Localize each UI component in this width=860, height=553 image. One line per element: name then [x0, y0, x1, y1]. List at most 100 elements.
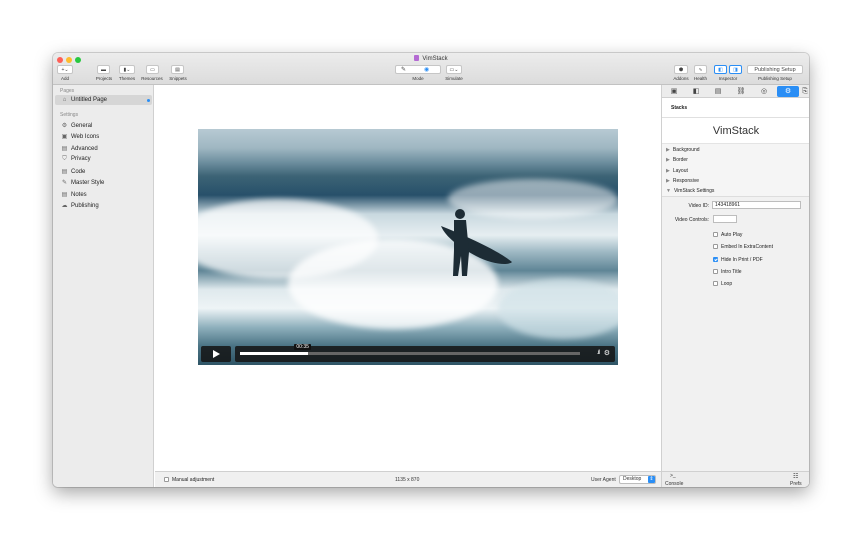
inspector-left-toggle[interactable]: ◧ — [714, 65, 727, 74]
projects-button[interactable]: ▬ — [97, 65, 110, 74]
document-icon — [414, 55, 420, 61]
sidebar-item-code[interactable]: ▤ Code — [61, 168, 86, 175]
addons-button[interactable]: ⬢ — [674, 65, 688, 74]
video-control-bar: 00:35 .ıll ⚙ — [235, 344, 615, 362]
image-icon: ▣ — [61, 134, 68, 140]
section-vimstack-settings[interactable]: ▼ VimStack Settings — [666, 188, 714, 194]
prefs-label[interactable]: Prefs — [790, 481, 802, 487]
inspector-label: Inspector — [718, 76, 738, 81]
volume-icon[interactable]: .ıll — [597, 350, 600, 356]
loop-checkbox[interactable]: Loop — [713, 281, 732, 287]
style-inspector-tab[interactable]: ◎ — [758, 86, 770, 97]
snippets-label: Snippets — [169, 76, 187, 81]
sidebar-item-master-style[interactable]: ✎ Master Style — [61, 179, 104, 186]
add-label: Add — [60, 76, 69, 81]
themes-button[interactable]: ▮⌄ — [119, 65, 135, 74]
video-scrubber[interactable]: 00:35 — [240, 344, 580, 355]
video-controls: 00:35 .ıll ⚙ — [201, 344, 615, 362]
video-controls-color-well[interactable] — [713, 215, 737, 223]
publishing-setup-label: Publishing Setup — [758, 76, 792, 81]
resources-button[interactable]: ▭ — [146, 65, 159, 74]
section-layout[interactable]: ▶ Layout — [666, 168, 688, 174]
stacks-header: Stacks — [662, 98, 809, 118]
add-button[interactable]: +⌄ — [57, 65, 73, 74]
pages-header: Pages — [60, 88, 75, 94]
inspector-panel: ▣ ◧ ▤ ⛓ ◎ ⚙ ⎘ Stacks VimStack ▶ Backgroun… — [661, 85, 809, 487]
prefs-icon[interactable]: ☷ — [793, 473, 798, 480]
sidebar-item-notes[interactable]: ▤ Notes — [61, 191, 87, 198]
box-inspector-tab[interactable]: ▤ — [712, 86, 724, 97]
checkbox-box[interactable] — [713, 244, 718, 249]
code-icon: ▤ — [61, 169, 68, 175]
window-title: VimStack — [53, 55, 809, 62]
canvas-size-readout: 1135 x 870 — [395, 477, 420, 483]
checkbox-box[interactable] — [713, 232, 718, 237]
section-background[interactable]: ▶ Background — [666, 147, 700, 153]
user-agent-select[interactable]: Desktop ⇕ — [619, 475, 656, 484]
health-button[interactable]: ∿ — [694, 65, 707, 74]
sidebar-item-privacy[interactable]: ⛉ Privacy — [61, 156, 90, 163]
mode-segmented-control[interactable]: ✎ ◉ — [395, 65, 441, 74]
page-item-untitled[interactable]: ⌂ Untitled Page — [61, 97, 107, 103]
intro-title-checkbox[interactable]: Intro Title — [713, 269, 742, 275]
eye-icon[interactable]: ◉ — [424, 66, 429, 74]
simulate-button[interactable]: ▭⌄ — [446, 65, 462, 74]
health-label: Health — [693, 76, 707, 81]
snippets-button[interactable]: ▤ — [171, 65, 184, 74]
stack-title: VimStack — [662, 118, 809, 144]
advanced-icon: ▤ — [61, 146, 68, 152]
hide-in-print-checkbox[interactable]: Hide In Print / PDF — [713, 257, 763, 263]
resources-label: Resources — [141, 76, 163, 81]
sidebar-item-publishing[interactable]: ☁ Publishing — [61, 202, 99, 209]
app-window: VimStack +⌄ Add ▬ Projects ▮⌄ Themes ▭ R… — [53, 53, 809, 487]
section-responsive[interactable]: ▶ Responsive — [666, 178, 699, 184]
video-controls-label: Video Controls: — [674, 217, 709, 223]
checkbox-box[interactable] — [713, 269, 718, 274]
brush-icon: ✎ — [61, 180, 68, 186]
inspector-bottom-bar: >_ Console ☷ Prefs — [662, 471, 809, 487]
console-label[interactable]: Console — [665, 481, 683, 487]
checkbox-box[interactable] — [164, 477, 169, 482]
link-inspector-tab[interactable]: ⛓ — [735, 86, 747, 97]
console-icon[interactable]: >_ — [670, 473, 676, 479]
checkbox-box[interactable] — [713, 281, 718, 286]
settings-gear-icon[interactable]: ⚙ — [604, 349, 610, 357]
cloud-icon: ☁ — [61, 203, 68, 209]
vimstack-settings-panel: Video ID: 143418961 Video Controls: Auto… — [662, 196, 809, 471]
stack-inspector-tab[interactable]: ⚙ — [777, 86, 799, 97]
page-canvas: 00:35 .ıll ⚙ — [155, 85, 661, 471]
video-player[interactable]: 00:35 .ıll ⚙ — [198, 129, 618, 365]
extra-inspector-tab[interactable]: ⎘ — [799, 86, 809, 97]
sidebar-item-advanced[interactable]: ▤ Advanced — [61, 145, 98, 152]
wave-spray — [498, 279, 618, 339]
pencil-icon[interactable]: ✎ — [401, 66, 406, 74]
page-status-dot — [147, 99, 150, 102]
sidebar-item-general[interactable]: ⚙ General — [61, 122, 93, 129]
disclosure-triangle-icon: ▶ — [666, 178, 670, 184]
layout-inspector-tab[interactable]: ◧ — [690, 86, 702, 97]
inspector-right-toggle[interactable]: ◨ — [729, 65, 742, 74]
simulate-label: Simulate — [445, 76, 463, 81]
disclosure-triangle-icon: ▶ — [666, 168, 670, 174]
auto-play-checkbox[interactable]: Auto Play — [713, 232, 742, 238]
publishing-setup-button[interactable]: Publishing Setup — [747, 65, 803, 74]
settings-header: Settings — [60, 112, 79, 118]
disclosure-triangle-open-icon: ▼ — [666, 188, 671, 194]
mode-label: Mode — [412, 76, 424, 81]
toolbar: VimStack +⌄ Add ▬ Projects ▮⌄ Themes ▭ R… — [53, 53, 809, 85]
shield-icon: ⛉ — [62, 156, 67, 162]
manual-adjustment-checkbox[interactable]: Manual adjustment — [164, 477, 214, 483]
page-inspector-tab[interactable]: ▣ — [668, 86, 680, 97]
video-progress-fill — [240, 352, 308, 355]
sidebar-item-web-icons[interactable]: ▣ Web Icons — [61, 133, 100, 140]
sidebar: Pages ⌂ Untitled Page Settings ⚙ General ▣… — [53, 85, 154, 487]
video-id-field[interactable]: 143418961 — [712, 201, 801, 209]
gear-icon: ⚙ — [61, 123, 68, 129]
embed-extracontent-checkbox[interactable]: Embed In ExtraContent — [713, 244, 773, 250]
section-border[interactable]: ▶ Border — [666, 157, 688, 163]
inspector-tabs: ▣ ◧ ▤ ⛓ ◎ ⚙ ⎘ — [662, 85, 809, 98]
surfer-figure — [441, 209, 512, 276]
video-id-label: Video ID: — [688, 203, 709, 209]
play-button[interactable] — [201, 346, 231, 362]
checkbox-box-checked[interactable] — [713, 257, 718, 262]
